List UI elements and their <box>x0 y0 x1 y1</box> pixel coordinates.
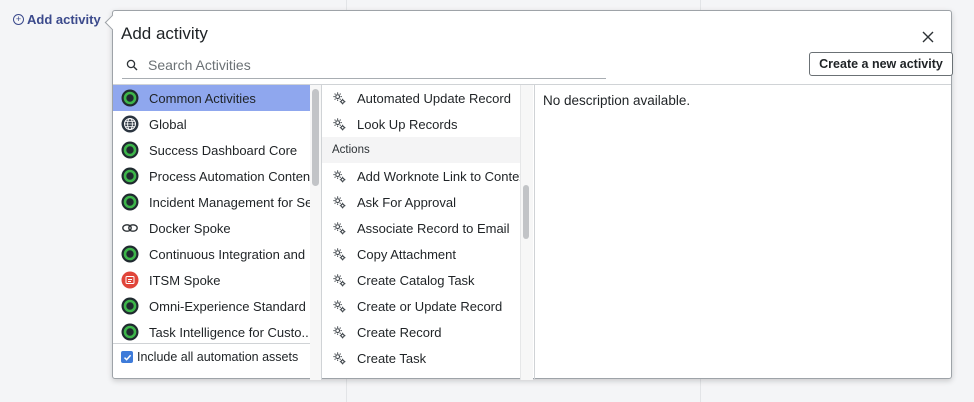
green-ring-icon <box>121 323 139 341</box>
category-item[interactable]: Continuous Integration and <box>113 241 310 267</box>
add-activity-label: Add activity <box>27 12 101 27</box>
plus-circle-icon: + <box>13 14 24 25</box>
popover-arrow <box>104 14 121 31</box>
create-new-activity-button[interactable]: Create a new activity <box>809 52 953 76</box>
green-ring-icon <box>121 297 139 315</box>
activity-label: Associate Record to Email <box>357 220 510 236</box>
green-ring-icon <box>121 141 139 159</box>
activity-label: Add Worknote Link to Context <box>357 168 520 184</box>
activity-item[interactable]: Associate Record to Email <box>322 215 520 241</box>
activity-item[interactable]: Ask For Approval <box>322 189 520 215</box>
activity-item[interactable]: Create or Update Record <box>322 293 520 319</box>
category-label: Task Intelligence for Custo.. <box>149 324 309 340</box>
gear-icon <box>333 351 346 364</box>
gear-icon <box>333 273 346 286</box>
green-ring-icon <box>121 167 139 185</box>
activity-label: Create or Update Record <box>357 298 503 314</box>
gear-icon <box>333 169 346 182</box>
activity-label: Ask For Approval <box>357 194 456 210</box>
category-label: Common Activities <box>149 90 256 106</box>
add-activity-link[interactable]: + Add activity <box>13 12 101 27</box>
green-ring-icon <box>121 89 139 107</box>
category-list: Common Activities Global Success Dashboard… <box>113 85 310 343</box>
activity-item[interactable]: Add Worknote Link to Context <box>322 163 520 189</box>
category-item[interactable]: ITSM Spoke <box>113 267 310 293</box>
category-label: Success Dashboard Core <box>149 142 298 158</box>
search-field <box>122 52 606 79</box>
close-icon[interactable] <box>920 29 936 45</box>
activity-label: Automated Update Record <box>357 90 511 106</box>
category-label: ITSM Spoke <box>149 272 221 288</box>
activity-item[interactable]: Create Record <box>322 319 520 345</box>
category-label: Omni-Experience Standard <box>149 298 306 314</box>
category-item[interactable]: Success Dashboard Core <box>113 137 310 163</box>
search-input[interactable] <box>146 56 590 74</box>
activity-label: Create Catalog Task <box>357 272 475 288</box>
green-ring-icon <box>121 245 139 263</box>
gear-icon <box>333 299 346 312</box>
activity-description: No description available. <box>543 93 691 108</box>
activity-label: Copy Attachment <box>357 246 456 262</box>
category-item[interactable]: Task Intelligence for Custo.. <box>113 319 310 343</box>
add-activity-popover: Add activity Create a new activity Commo… <box>104 10 953 380</box>
category-item[interactable]: Docker Spoke <box>113 215 310 241</box>
include-all-label: Include all automation assets <box>137 350 299 364</box>
activity-label: Look Up Records <box>357 116 458 132</box>
activity-list: Automated Update Record Look Up Records Ac… <box>322 85 520 380</box>
actions-section-header: Actions <box>322 137 520 163</box>
category-item[interactable]: Incident Management for Service <box>113 189 310 215</box>
category-label: Global <box>149 116 187 132</box>
activity-item[interactable]: Create Task <box>322 345 520 371</box>
gear-icon <box>333 325 346 338</box>
search-icon <box>126 59 138 71</box>
category-label: Process Automation Content <box>149 168 310 184</box>
activity-label: Create Task <box>357 350 427 366</box>
itsm-red-icon <box>121 271 139 289</box>
activity-label: Create Record <box>357 324 442 340</box>
category-label: Docker Spoke <box>149 220 231 236</box>
activity-item[interactable]: Copy Attachment <box>322 241 520 267</box>
checkmark-icon <box>123 354 131 361</box>
category-scroll-thumb[interactable] <box>312 89 319 186</box>
category-item[interactable]: Common Activities <box>113 85 310 111</box>
gear-icon <box>333 91 346 104</box>
activity-item[interactable]: Look Up Records <box>322 111 520 137</box>
category-item[interactable]: Omni-Experience Standard <box>113 293 310 319</box>
category-label: Incident Management for Service <box>149 194 310 210</box>
gear-icon <box>333 221 346 234</box>
category-label: Continuous Integration and <box>149 246 306 262</box>
green-ring-icon <box>121 193 139 211</box>
activity-item[interactable]: Automated Update Record <box>322 85 520 111</box>
popover-title: Add activity <box>121 24 208 43</box>
activity-item[interactable]: Create Catalog Task <box>322 267 520 293</box>
gear-icon <box>333 247 346 260</box>
include-all-checkbox[interactable] <box>121 351 133 363</box>
docker-chain-icon <box>122 224 138 232</box>
gear-icon <box>333 117 346 130</box>
include-all-assets-row[interactable]: Include all automation assets <box>113 343 310 380</box>
column-divider <box>534 85 535 380</box>
activity-scroll-thumb[interactable] <box>523 185 529 239</box>
globe-icon <box>121 115 139 133</box>
category-item[interactable]: Global <box>113 111 310 137</box>
category-item[interactable]: Process Automation Content <box>113 163 310 189</box>
gear-icon <box>333 195 346 208</box>
